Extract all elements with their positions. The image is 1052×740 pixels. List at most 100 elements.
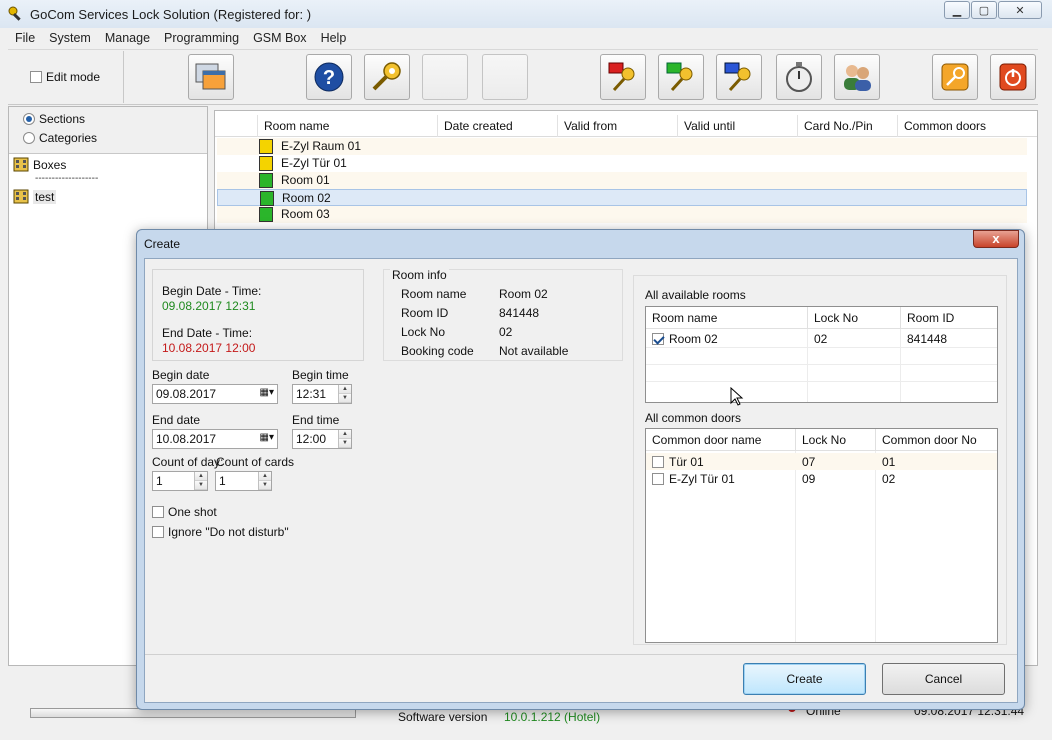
- end-date-picker[interactable]: 10.08.2017 ▦▾: [152, 429, 278, 449]
- minimize-icon: ▁: [952, 4, 962, 17]
- cancel-button[interactable]: Cancel: [882, 663, 1005, 695]
- col-common-door-no[interactable]: Common door No: [876, 429, 997, 451]
- blue-key-button[interactable]: [716, 54, 762, 100]
- red-key-button[interactable]: [600, 54, 646, 100]
- calendar-dropdown-icon[interactable]: ▦▾: [260, 432, 274, 443]
- one-shot-checkbox[interactable]: [152, 506, 164, 518]
- begin-time-spinner[interactable]: ▲ ▼: [338, 385, 351, 403]
- end-datetime-value: 10.08.2017 12:00: [162, 341, 256, 355]
- room-row-name: Room 02: [282, 191, 331, 205]
- sections-radio[interactable]: [23, 113, 35, 125]
- col-valid-until[interactable]: Valid until: [677, 115, 797, 137]
- menu-programming[interactable]: Programming: [157, 30, 246, 48]
- menu-manage[interactable]: Manage: [98, 30, 157, 48]
- ignore-dnd-checkbox[interactable]: [152, 526, 164, 538]
- room-door-icon: [259, 139, 273, 154]
- close-window-button[interactable]: ✕: [998, 1, 1042, 19]
- dialog-title: Create: [144, 237, 181, 251]
- room-row-name: E-Zyl Raum 01: [281, 139, 362, 153]
- power-icon: [999, 63, 1027, 91]
- count-cards-spinner[interactable]: ▲ ▼: [258, 472, 271, 490]
- count-cards-input[interactable]: 1 ▲ ▼: [215, 471, 272, 491]
- toolbar-blank-button-1[interactable]: [422, 54, 468, 100]
- col-lock-no[interactable]: Lock No: [796, 429, 876, 451]
- col-room-name[interactable]: Room name: [257, 115, 437, 137]
- menu-gsm-box[interactable]: GSM Box: [246, 30, 314, 48]
- radio-categories[interactable]: Categories: [23, 131, 97, 145]
- timer-button[interactable]: [776, 54, 822, 100]
- common-door-checkbox[interactable]: [652, 473, 664, 485]
- title-bar: GoCom Services Lock Solution (Registered…: [0, 0, 1052, 28]
- common-door-row[interactable]: Tür 01 07 01: [646, 453, 997, 470]
- col-common-door-name[interactable]: Common door name: [646, 429, 796, 451]
- grid-line: [646, 364, 997, 365]
- tree-item-boxes[interactable]: Boxes: [13, 157, 66, 172]
- end-time-input[interactable]: 12:00 ▲ ▼: [292, 429, 352, 449]
- spin-down-icon[interactable]: ▼: [195, 481, 207, 490]
- edit-mode-checkbox[interactable]: [30, 71, 42, 83]
- tree-item-test[interactable]: test: [13, 189, 57, 204]
- close-icon: x: [992, 231, 1000, 246]
- help-button[interactable]: ?: [306, 54, 352, 100]
- spin-down-icon[interactable]: ▼: [339, 394, 351, 403]
- spin-down-icon[interactable]: ▼: [259, 481, 271, 490]
- menu-system[interactable]: System: [42, 30, 98, 48]
- menu-bar: File System Manage Programming GSM Box H…: [8, 30, 1038, 48]
- help-icon: ?: [314, 62, 344, 92]
- spin-up-icon[interactable]: ▲: [259, 472, 271, 481]
- spin-up-icon[interactable]: ▲: [339, 430, 351, 439]
- toolbar-blank-button-2[interactable]: [482, 54, 528, 100]
- calendar-dropdown-icon[interactable]: ▦▾: [260, 387, 274, 398]
- room-row[interactable]: Room 01: [217, 172, 1027, 189]
- room-door-icon: [260, 191, 274, 206]
- spin-up-icon[interactable]: ▲: [339, 385, 351, 394]
- toolbar: Edit mode ?: [8, 49, 1038, 105]
- common-door-row[interactable]: E-Zyl Tür 01 09 02: [646, 470, 997, 487]
- master-key-button[interactable]: [932, 54, 978, 100]
- col-lock-no[interactable]: Lock No: [808, 307, 901, 329]
- create-button[interactable]: Create: [743, 663, 866, 695]
- maximize-button[interactable]: ▢: [971, 1, 997, 19]
- common-door-name: Tür 01: [669, 455, 704, 469]
- col-card-no[interactable]: Card No./Pin: [797, 115, 897, 137]
- footer-divider: [145, 654, 1017, 655]
- count-days-spinner[interactable]: ▲ ▼: [194, 472, 207, 490]
- room-row[interactable]: E-Zyl Tür 01: [217, 155, 1027, 172]
- categories-radio[interactable]: [23, 132, 35, 144]
- col-room-name[interactable]: Room name: [646, 307, 808, 329]
- room-row[interactable]: Room 03: [217, 206, 1027, 223]
- dialog-close-button[interactable]: x: [973, 230, 1019, 248]
- available-room-checkbox[interactable]: [652, 333, 664, 345]
- key-button[interactable]: [364, 54, 410, 100]
- common-door-checkbox[interactable]: [652, 456, 664, 468]
- green-key-button[interactable]: [658, 54, 704, 100]
- col-valid-from[interactable]: Valid from: [557, 115, 677, 137]
- radio-sections[interactable]: Sections: [23, 112, 85, 126]
- available-room-row[interactable]: Room 02 02 841448: [646, 330, 997, 347]
- begin-date-label: Begin date: [152, 368, 210, 382]
- spin-down-icon[interactable]: ▼: [339, 439, 351, 448]
- end-time-spinner[interactable]: ▲ ▼: [338, 430, 351, 448]
- begin-date-picker[interactable]: 09.08.2017 ▦▾: [152, 384, 278, 404]
- ignore-dnd-option[interactable]: Ignore "Do not disturb": [152, 525, 289, 539]
- begin-datetime-label: Begin Date - Time:: [162, 284, 262, 298]
- one-shot-option[interactable]: One shot: [152, 505, 217, 519]
- blue-key-icon: [724, 62, 751, 92]
- begin-time-input[interactable]: 12:31 ▲ ▼: [292, 384, 352, 404]
- col-common-doors[interactable]: Common doors: [897, 115, 1027, 137]
- spin-up-icon[interactable]: ▲: [195, 472, 207, 481]
- maximize-icon: ▢: [978, 4, 990, 17]
- menu-help[interactable]: Help: [314, 30, 354, 48]
- begin-date-value: 09.08.2017: [156, 387, 217, 401]
- col-date-created[interactable]: Date created: [437, 115, 557, 137]
- edit-mode-toggle[interactable]: Edit mode: [18, 51, 124, 103]
- exit-button[interactable]: [990, 54, 1036, 100]
- room-row[interactable]: E-Zyl Raum 01: [217, 138, 1027, 155]
- col-room-id[interactable]: Room ID: [901, 307, 997, 329]
- count-days-input[interactable]: 1 ▲ ▼: [152, 471, 208, 491]
- minimize-button[interactable]: ▁: [944, 1, 970, 19]
- room-row-selected[interactable]: Room 02: [217, 189, 1027, 206]
- menu-file[interactable]: File: [8, 30, 42, 48]
- windows-button[interactable]: [188, 54, 234, 100]
- users-button[interactable]: [834, 54, 880, 100]
